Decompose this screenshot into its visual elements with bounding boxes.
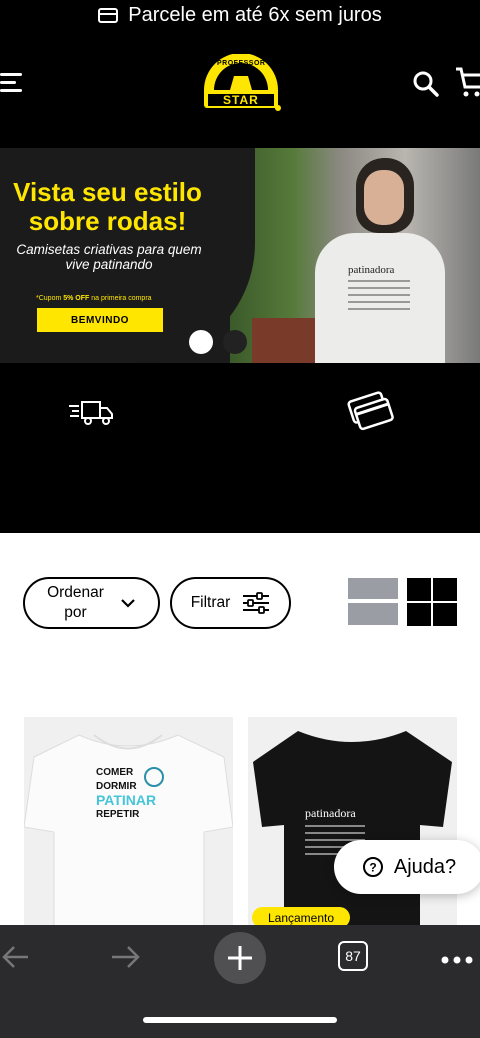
sort-label: Ordenar por [47, 583, 104, 623]
product-card[interactable]: patinadora [248, 717, 457, 927]
grid-view-icon[interactable] [407, 578, 457, 626]
product-card[interactable]: COMER DORMIR PATINAR REPETIR [24, 717, 233, 927]
chevron-down-icon [121, 599, 135, 608]
announcement-bar: Parcele em até 6x sem juros [0, 0, 480, 30]
coupon-discount: 5% OFF [63, 295, 90, 302]
question-circle-icon: ? [362, 857, 383, 877]
home-indicator [143, 1017, 337, 1023]
delivery-truck-icon [68, 398, 114, 433]
free-shipping-text: ete grátis a partir de R$299 [0, 447, 200, 505]
sort-label-line2: por [64, 604, 87, 621]
print-dormir: DORMIR [96, 781, 137, 792]
banner-subtitle: Camisetas criativas para quem vive patin… [16, 242, 202, 272]
announcement-text: Parcele em até 6x sem juros [128, 3, 382, 26]
print-comer: COMER [96, 767, 134, 778]
cart-icon[interactable] [455, 66, 480, 100]
shirt-print-lines [348, 280, 410, 315]
logo-main-text: STAR [223, 93, 259, 107]
sort-label-line1: Ordenar [47, 584, 104, 601]
svg-text:?: ? [369, 861, 376, 875]
product-image-black-tshirt [253, 731, 452, 927]
print-repetir: REPETIR [96, 809, 140, 820]
tab-count-button[interactable]: 87 [338, 941, 368, 971]
search-icon[interactable] [412, 70, 440, 98]
product-image-white-tshirt [24, 734, 233, 927]
more-options-icon[interactable] [440, 952, 474, 970]
filter-button[interactable]: Filtrar [170, 577, 291, 629]
credit-cards-icon [346, 390, 394, 439]
print-patinar: PATINAR [96, 792, 157, 808]
installments-line1: Parcelamento em 6x no [260, 450, 473, 472]
sliders-icon [243, 592, 270, 614]
new-tab-plus-icon[interactable] [214, 932, 266, 984]
help-button[interactable]: ? Ajuda? [334, 840, 480, 894]
coupon-prefix: *Cupom [36, 295, 64, 302]
coupon-suffix: na primeira compra [89, 295, 152, 302]
forward-arrow-icon[interactable] [110, 944, 142, 975]
free-shipping-line1: ete grátis a partir de [11, 450, 189, 472]
filter-label: Filtrar [190, 594, 231, 611]
banner-coupon-text: *Cupom 5% OFF na primeira compra [36, 295, 166, 302]
tab-count: 87 [345, 948, 361, 964]
banner-title: Vista seu estilo sobre rodas! [13, 177, 202, 236]
list-view-icon[interactable] [348, 578, 398, 626]
brick-wall [252, 318, 322, 363]
credit-card-icon [98, 7, 119, 23]
installments-line2: cartão [343, 479, 399, 501]
shirt-print-word: patinadora [348, 264, 395, 276]
carousel-dot[interactable] [223, 330, 247, 354]
coupon-code-button[interactable]: BEMVINDO [37, 308, 163, 332]
menu-icon[interactable] [0, 70, 24, 94]
model-face [364, 170, 404, 225]
help-label: Ajuda? [393, 855, 457, 878]
free-shipping-line2: R$299 [60, 479, 120, 501]
logo-top-text: PROFESSOR [217, 60, 266, 67]
carousel-dot-active[interactable] [189, 330, 213, 354]
professor-star-logo[interactable]: PROFESSOR STAR [200, 53, 282, 114]
installments-text: Parcelamento em 6x no cartão [253, 447, 480, 505]
product-print-word: patinadora [305, 806, 356, 820]
sort-button[interactable]: Ordenar por [23, 577, 160, 629]
back-arrow-icon[interactable] [0, 944, 30, 975]
